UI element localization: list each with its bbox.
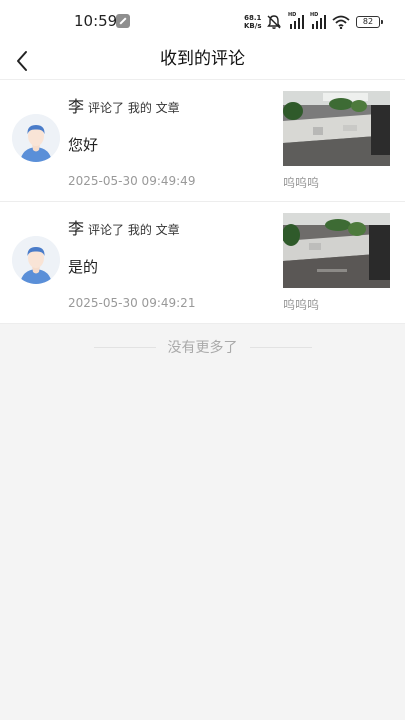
- comment-header: 李评论了 我的 文章: [68, 93, 180, 117]
- comment-action: 评论了 我的 文章: [88, 101, 180, 115]
- comment-item[interactable]: 李评论了 我的 文章 您好 2025-05-30 09:49:49 呜呜呜: [0, 80, 405, 202]
- divider-right: [249, 346, 312, 348]
- wrench-icon: [116, 14, 130, 28]
- battery-icon: 82: [356, 16, 383, 28]
- nav-bar: 收到的评论: [0, 44, 405, 80]
- avatar[interactable]: [12, 236, 60, 284]
- wifi-icon: [332, 15, 350, 29]
- article-photo-image: [283, 213, 390, 288]
- no-more-text: 没有更多了: [167, 340, 238, 356]
- network-speed: 68.1 KB/s: [244, 14, 261, 30]
- comment-time: 2025-05-30 09:49:49: [68, 174, 196, 188]
- status-time: 10:59: [74, 12, 118, 30]
- comment-action: 评论了 我的 文章: [88, 223, 180, 237]
- comment-header: 李评论了 我的 文章: [68, 215, 180, 239]
- user-avatar-icon: [12, 236, 60, 284]
- no-more-indicator: 没有更多了: [0, 336, 405, 358]
- comment-time: 2025-05-30 09:49:21: [68, 296, 196, 310]
- article-caption[interactable]: 呜呜呜: [283, 296, 319, 313]
- network-speed-unit: KB/s: [244, 22, 262, 30]
- signal-hd-icon: HD: [288, 12, 304, 29]
- status-bar: 10:59 68.1 KB/s HD HD 82: [0, 0, 405, 44]
- signal-hd-icon: HD: [310, 12, 326, 29]
- comment-text: 是的: [68, 258, 99, 276]
- network-speed-value: 68.1: [244, 14, 262, 22]
- comment-list: 李评论了 我的 文章 您好 2025-05-30 09:49:49 呜呜呜 李 …: [0, 80, 405, 324]
- comment-item[interactable]: 李评论了 我的 文章 是的 2025-05-30 09:49:21 呜呜呜: [0, 202, 405, 324]
- divider-left: [93, 346, 156, 348]
- status-icons: HD HD 82: [266, 12, 383, 30]
- mute-icon: [267, 15, 281, 29]
- comment-username[interactable]: 李: [68, 97, 84, 116]
- article-photo-image: [283, 91, 390, 166]
- user-avatar-icon: [12, 114, 60, 162]
- article-caption[interactable]: 呜呜呜: [283, 174, 319, 191]
- avatar[interactable]: [12, 114, 60, 162]
- article-thumbnail[interactable]: [283, 213, 390, 288]
- article-thumbnail[interactable]: [283, 91, 390, 166]
- page-title: 收到的评论: [160, 49, 245, 69]
- comment-text: 您好: [68, 136, 99, 154]
- comment-username[interactable]: 李: [68, 219, 84, 238]
- battery-level: 82: [362, 17, 374, 26]
